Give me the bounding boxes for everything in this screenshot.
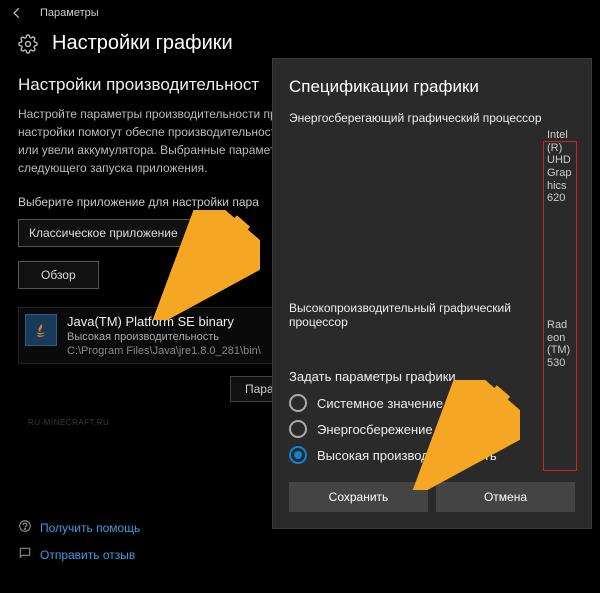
page-title: Настройки графики [52, 32, 233, 55]
radio-power-saving[interactable]: Энергосбережение [289, 420, 575, 438]
radio-system-default[interactable]: Системное значение по ум нию [289, 394, 575, 412]
radio-icon [289, 394, 307, 412]
radio-label: Высокая производительность [317, 448, 497, 463]
power-saving-gpu-label: Энергосберегающий графический процессор [289, 111, 549, 125]
radio-icon [289, 420, 307, 438]
high-perf-gpu-name: Radeon (TM) 530 [547, 319, 573, 370]
high-perf-gpu-label: Высокопроизводительный графический проце… [289, 301, 549, 329]
dropdown-value: Классическое приложение [29, 226, 178, 240]
app-perf-label: Высокая производительность [67, 331, 261, 343]
dialog-title: Спецификации графики [289, 77, 575, 97]
watermark: RU-MINECRAFT.RU [28, 418, 109, 427]
chevron-down-icon [215, 227, 227, 239]
save-button[interactable]: Сохранить [289, 482, 428, 512]
app-type-dropdown[interactable]: Классическое приложение [18, 219, 238, 247]
app-path: C:\Program Files\Java\jre1.8.0_281\bin\ [67, 345, 261, 357]
feedback-link[interactable]: Отправить отзыв [18, 546, 140, 563]
app-name: Java(TM) Platform SE binary [67, 314, 261, 329]
radio-label: Энергосбережение [317, 422, 433, 437]
java-icon [25, 314, 57, 346]
app-name-label: Параметры [40, 7, 99, 19]
help-icon [18, 519, 32, 536]
radio-high-performance[interactable]: Высокая производительность [289, 446, 575, 464]
feedback-label: Отправить отзыв [40, 548, 135, 562]
radio-icon [289, 446, 307, 464]
back-icon[interactable] [10, 6, 24, 20]
radio-label: Системное значение по ум нию [317, 396, 508, 411]
browse-button[interactable]: Обзор [18, 261, 99, 289]
power-saving-gpu-name: Intel(R) UHD Graphics 620 [547, 129, 573, 205]
feedback-icon [18, 546, 32, 563]
radio-section-title: Задать параметры графики [289, 369, 575, 384]
cancel-button[interactable]: Отмена [436, 482, 575, 512]
help-label: Получить помощь [40, 521, 140, 535]
settings-icon [18, 34, 38, 54]
help-link[interactable]: Получить помощь [18, 519, 140, 536]
graphics-spec-dialog: Спецификации графики Энергосберегающий г… [272, 58, 592, 529]
